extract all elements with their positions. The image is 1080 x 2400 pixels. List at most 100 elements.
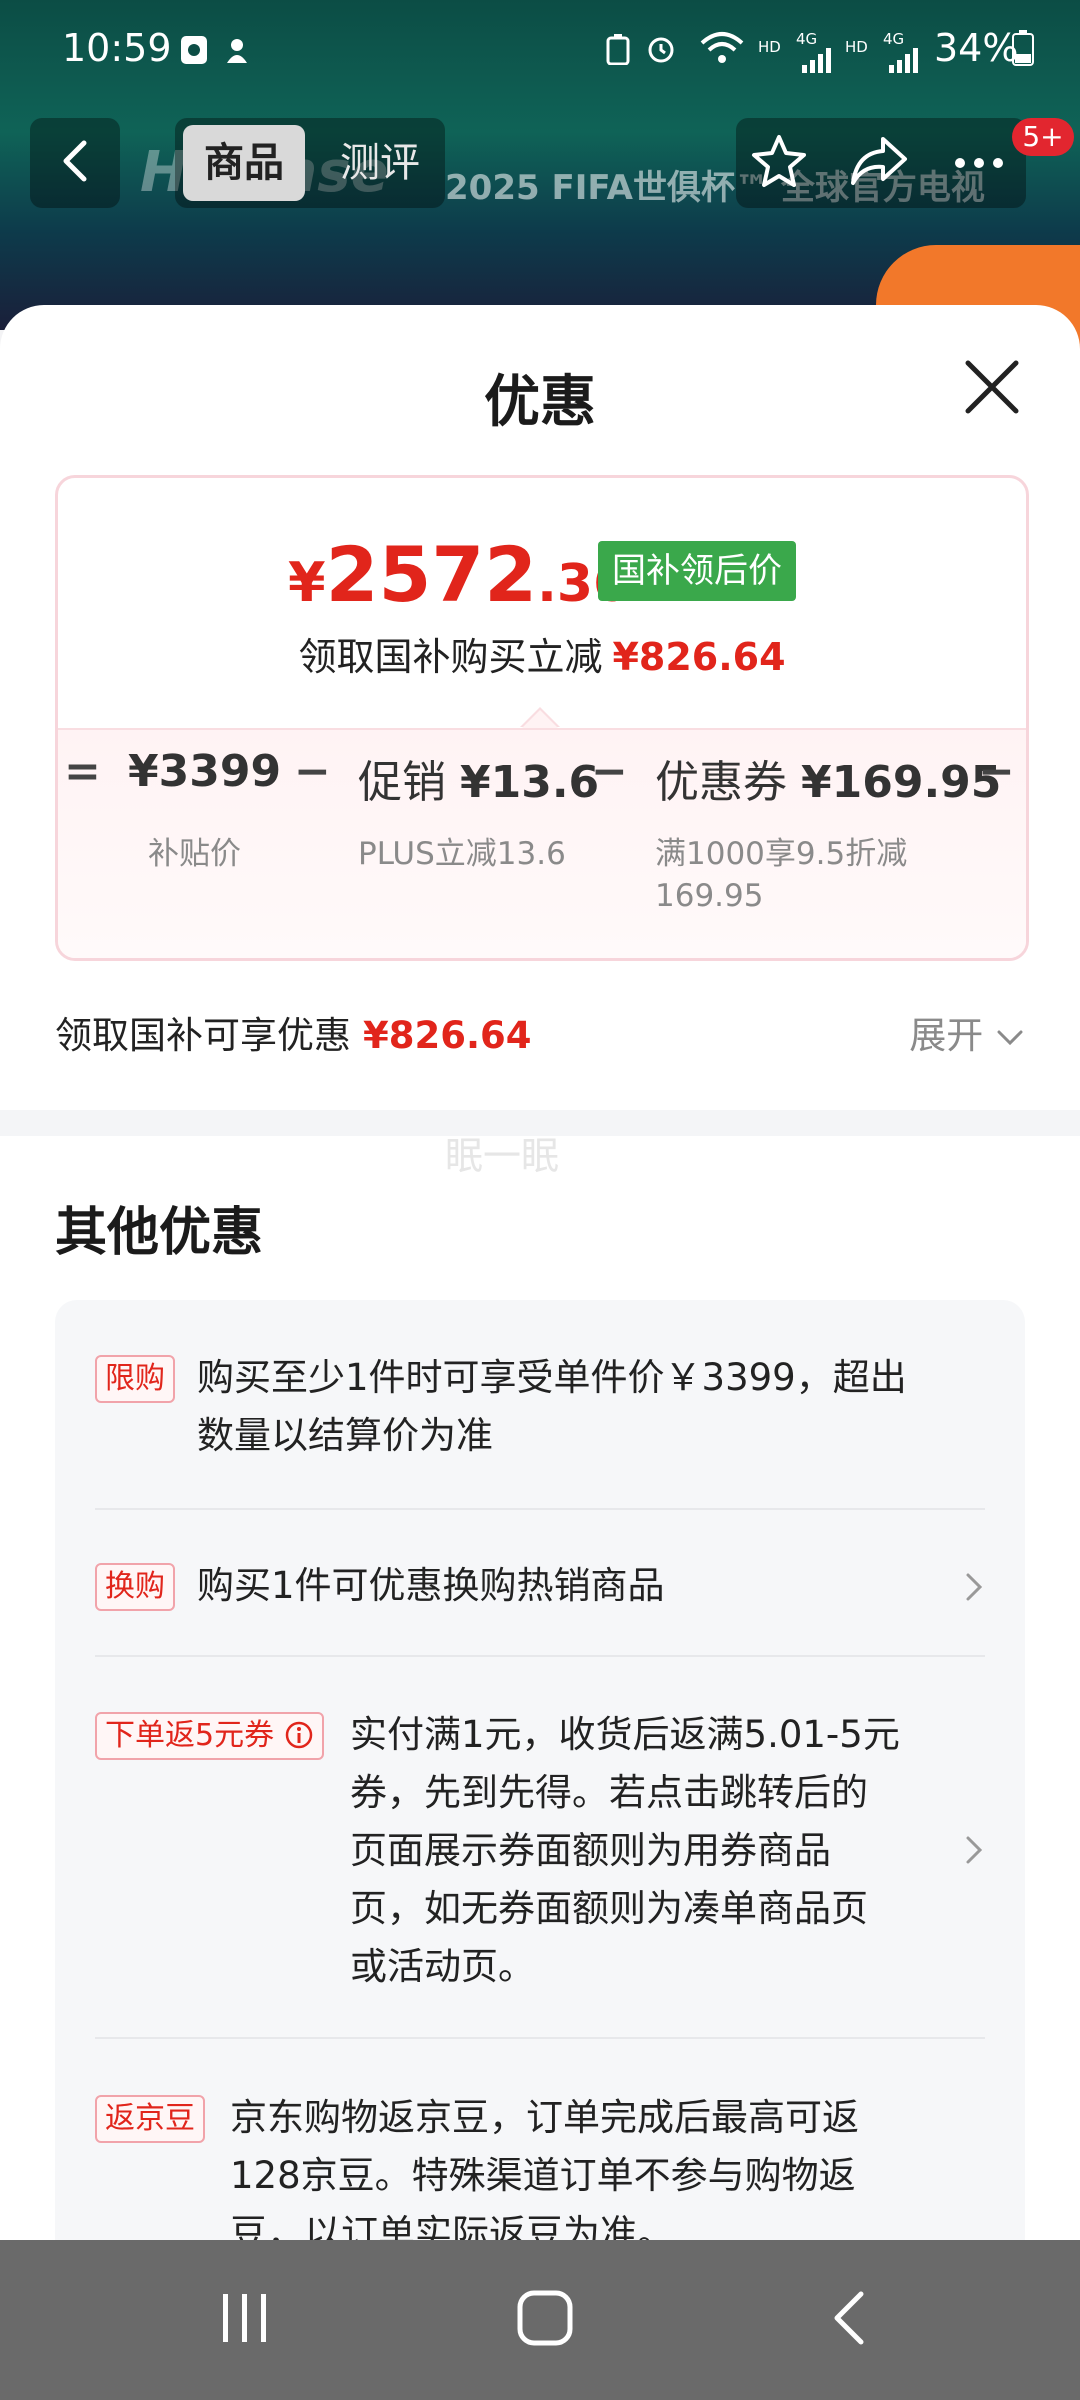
sheet-title: 优惠 bbox=[484, 370, 596, 435]
promo-discount-name: 促销 bbox=[358, 757, 446, 808]
promo-tag: 下单返5元券 bbox=[95, 1712, 324, 1760]
promo-tag: 返京豆 bbox=[95, 2095, 205, 2143]
coupon-discount-name: 优惠券 bbox=[655, 757, 787, 808]
promo-line: 豆，以订单实际返豆为准。 bbox=[230, 2212, 674, 2240]
tab-review[interactable]: 测评 bbox=[325, 125, 435, 201]
watermark: 眠一眠 bbox=[445, 1134, 560, 1178]
price-caret-inner bbox=[522, 710, 558, 728]
promo-line: 页，如无券面额则为凑单商品页 bbox=[350, 1887, 868, 1930]
price-subtitle: 领取国补购买立减 ¥826.64 bbox=[58, 626, 1026, 681]
price-breakdown-card: ¥2572.36 国补领后价 领取国补购买立减 ¥826.64 = ¥3399 补… bbox=[55, 475, 1029, 961]
subsidy-discount-amount: ¥826.64 bbox=[363, 1014, 532, 1057]
gov-subsidy-tag: 国补领后价 bbox=[598, 541, 796, 601]
promo-text: 购买1件可优惠换购热销商品 bbox=[197, 1557, 665, 1615]
subtitle-amount: ¥826.64 bbox=[612, 635, 786, 679]
close-icon bbox=[960, 360, 1024, 423]
promo-text: 购买至少1件时可享受单件价￥3399，超出 数量以结算价为准 bbox=[197, 1349, 907, 1465]
signal-icon-1 bbox=[800, 40, 834, 84]
promo-text: 京东购物返京豆，订单完成后最高可返 128京豆。特殊渠道订单不参与购物返 豆，以… bbox=[230, 2089, 859, 2240]
favorite-button[interactable] bbox=[744, 128, 814, 198]
promo-line: 或活动页。 bbox=[350, 1945, 535, 1988]
operator-minus-1: − bbox=[294, 746, 331, 797]
battery-saver-icon bbox=[605, 30, 631, 74]
operator-equals: = bbox=[64, 746, 101, 797]
promo-item-coupon-return[interactable]: 下单返5元券 实付满1元，收货后返满5.01-5元 券，先到先得。若点击跳转后的… bbox=[95, 1712, 985, 2002]
promo-discount-label: PLUS立减13.6 bbox=[358, 836, 566, 872]
promo-divider bbox=[95, 1508, 985, 1510]
back-button[interactable] bbox=[30, 118, 120, 208]
system-back-button[interactable] bbox=[790, 2280, 910, 2360]
operator-minus-3: − bbox=[978, 746, 1015, 797]
promo-divider bbox=[95, 1655, 985, 1657]
discount-sheet: 优惠 ¥2572.36 国补领后价 领取国补购买立减 ¥826.64 = ¥339… bbox=[0, 305, 1080, 2240]
status-bar: 10:59 HD 4G HD 4G 34% bbox=[0, 0, 1080, 100]
coupon-discount: 优惠券 ¥169.95 bbox=[655, 746, 1001, 810]
tab-goods[interactable]: 商品 bbox=[183, 125, 305, 201]
promo-item-exchange[interactable]: 换购 购买1件可优惠换购热销商品 bbox=[95, 1563, 985, 1623]
close-button[interactable] bbox=[960, 355, 1030, 425]
chevron-down-icon bbox=[995, 1014, 1025, 1057]
subsidy-discount-row: 领取国补可享优惠 ¥826.64 展开 bbox=[55, 1005, 1025, 1065]
status-time: 10:59 bbox=[62, 26, 172, 70]
subtitle-text: 领取国补购买立减 bbox=[298, 635, 603, 679]
promo-line: 购买至少1件时可享受单件价￥3399，超出 bbox=[197, 1356, 907, 1399]
promo-item-limit: 限购 购买至少1件时可享受单件价￥3399，超出 数量以结算价为准 bbox=[95, 1355, 985, 1465]
app-notification-icon bbox=[222, 30, 252, 74]
chevron-right-icon bbox=[959, 1567, 989, 1607]
recent-apps-button[interactable] bbox=[185, 2280, 305, 2360]
battery-icon bbox=[1012, 30, 1034, 75]
more-button[interactable] bbox=[944, 128, 1014, 198]
promo-tag: 换购 bbox=[95, 1563, 175, 1611]
system-navigation-bar bbox=[0, 2240, 1080, 2400]
star-icon bbox=[750, 133, 808, 193]
more-dots-icon bbox=[954, 154, 1004, 173]
promo-item-jingdou: 返京豆 京东购物返京豆，订单完成后最高可返 128京豆。特殊渠道订单不参与购物返… bbox=[95, 2095, 985, 2240]
final-price: ¥2572.36 bbox=[288, 530, 629, 619]
coupon-label-line-1: 满1000享9.5折减 bbox=[655, 836, 908, 872]
screen-record-icon bbox=[180, 30, 208, 74]
promo-line: 京东购物返京豆，订单完成后最高可返 bbox=[230, 2096, 859, 2139]
signal-icon-2 bbox=[887, 40, 921, 84]
expand-button[interactable]: 展开 bbox=[909, 1005, 1025, 1059]
home-icon bbox=[515, 2288, 575, 2352]
base-price-label: 补贴价 bbox=[148, 836, 241, 872]
promo-divider bbox=[95, 2037, 985, 2039]
subsidy-discount-label: 领取国补可享优惠 ¥826.64 bbox=[55, 1005, 532, 1059]
message-badge: 5+ bbox=[1012, 118, 1074, 156]
alarm-icon bbox=[645, 30, 677, 74]
promo-line: 页面展示券面额则为用券商品 bbox=[350, 1829, 831, 1872]
nav-actions bbox=[736, 118, 1026, 208]
share-button[interactable] bbox=[844, 128, 914, 198]
back-arrow-icon bbox=[60, 139, 90, 187]
promo-text: 实付满1元，收货后返满5.01-5元 券，先到先得。若点击跳转后的 页面展示券面… bbox=[350, 1706, 900, 1996]
coupon-discount-label: 满1000享9.5折减 169.95 bbox=[655, 833, 907, 917]
promo-tag-label: 下单返5元券 bbox=[105, 1718, 275, 1753]
other-discounts-title: 其他优惠 bbox=[55, 1203, 264, 1263]
promo-discount: 促销 ¥13.6 bbox=[358, 746, 599, 810]
system-back-icon bbox=[825, 2288, 875, 2352]
promo-line: 实付满1元，收货后返满5.01-5元 bbox=[350, 1713, 900, 1756]
promo-line: 数量以结算价为准 bbox=[197, 1414, 493, 1457]
recent-apps-icon bbox=[215, 2288, 275, 2352]
home-button[interactable] bbox=[485, 2280, 605, 2360]
coupon-discount-value: ¥169.95 bbox=[801, 757, 1002, 808]
base-price: ¥3399 bbox=[128, 746, 281, 797]
coupon-label-line-2: 169.95 bbox=[655, 878, 764, 914]
other-discounts-card: 限购 购买至少1件时可享受单件价￥3399，超出 数量以结算价为准 换购 购买1… bbox=[55, 1300, 1025, 2240]
promo-line: 券，先到先得。若点击跳转后的 bbox=[350, 1771, 868, 1814]
wifi-icon bbox=[700, 30, 744, 74]
promo-tag: 限购 bbox=[95, 1355, 175, 1403]
battery-percent: 34% bbox=[934, 26, 1019, 70]
info-icon[interactable] bbox=[284, 1718, 314, 1753]
subsidy-discount-text: 领取国补可享优惠 bbox=[55, 1014, 351, 1057]
share-icon bbox=[849, 135, 909, 191]
price-integer: 2572 bbox=[325, 530, 538, 619]
product-tabs: 商品 测评 bbox=[175, 118, 445, 208]
promo-line: 购买1件可优惠换购热销商品 bbox=[197, 1564, 665, 1607]
price-currency: ¥ bbox=[288, 551, 326, 614]
base-price-value: ¥3399 bbox=[128, 746, 282, 797]
promo-discount-value: ¥13.6 bbox=[460, 757, 600, 808]
promo-line: 128京豆。特殊渠道订单不参与购物返 bbox=[230, 2154, 856, 2197]
expand-label: 展开 bbox=[909, 1014, 984, 1057]
hd-label-1: HD bbox=[758, 38, 781, 56]
